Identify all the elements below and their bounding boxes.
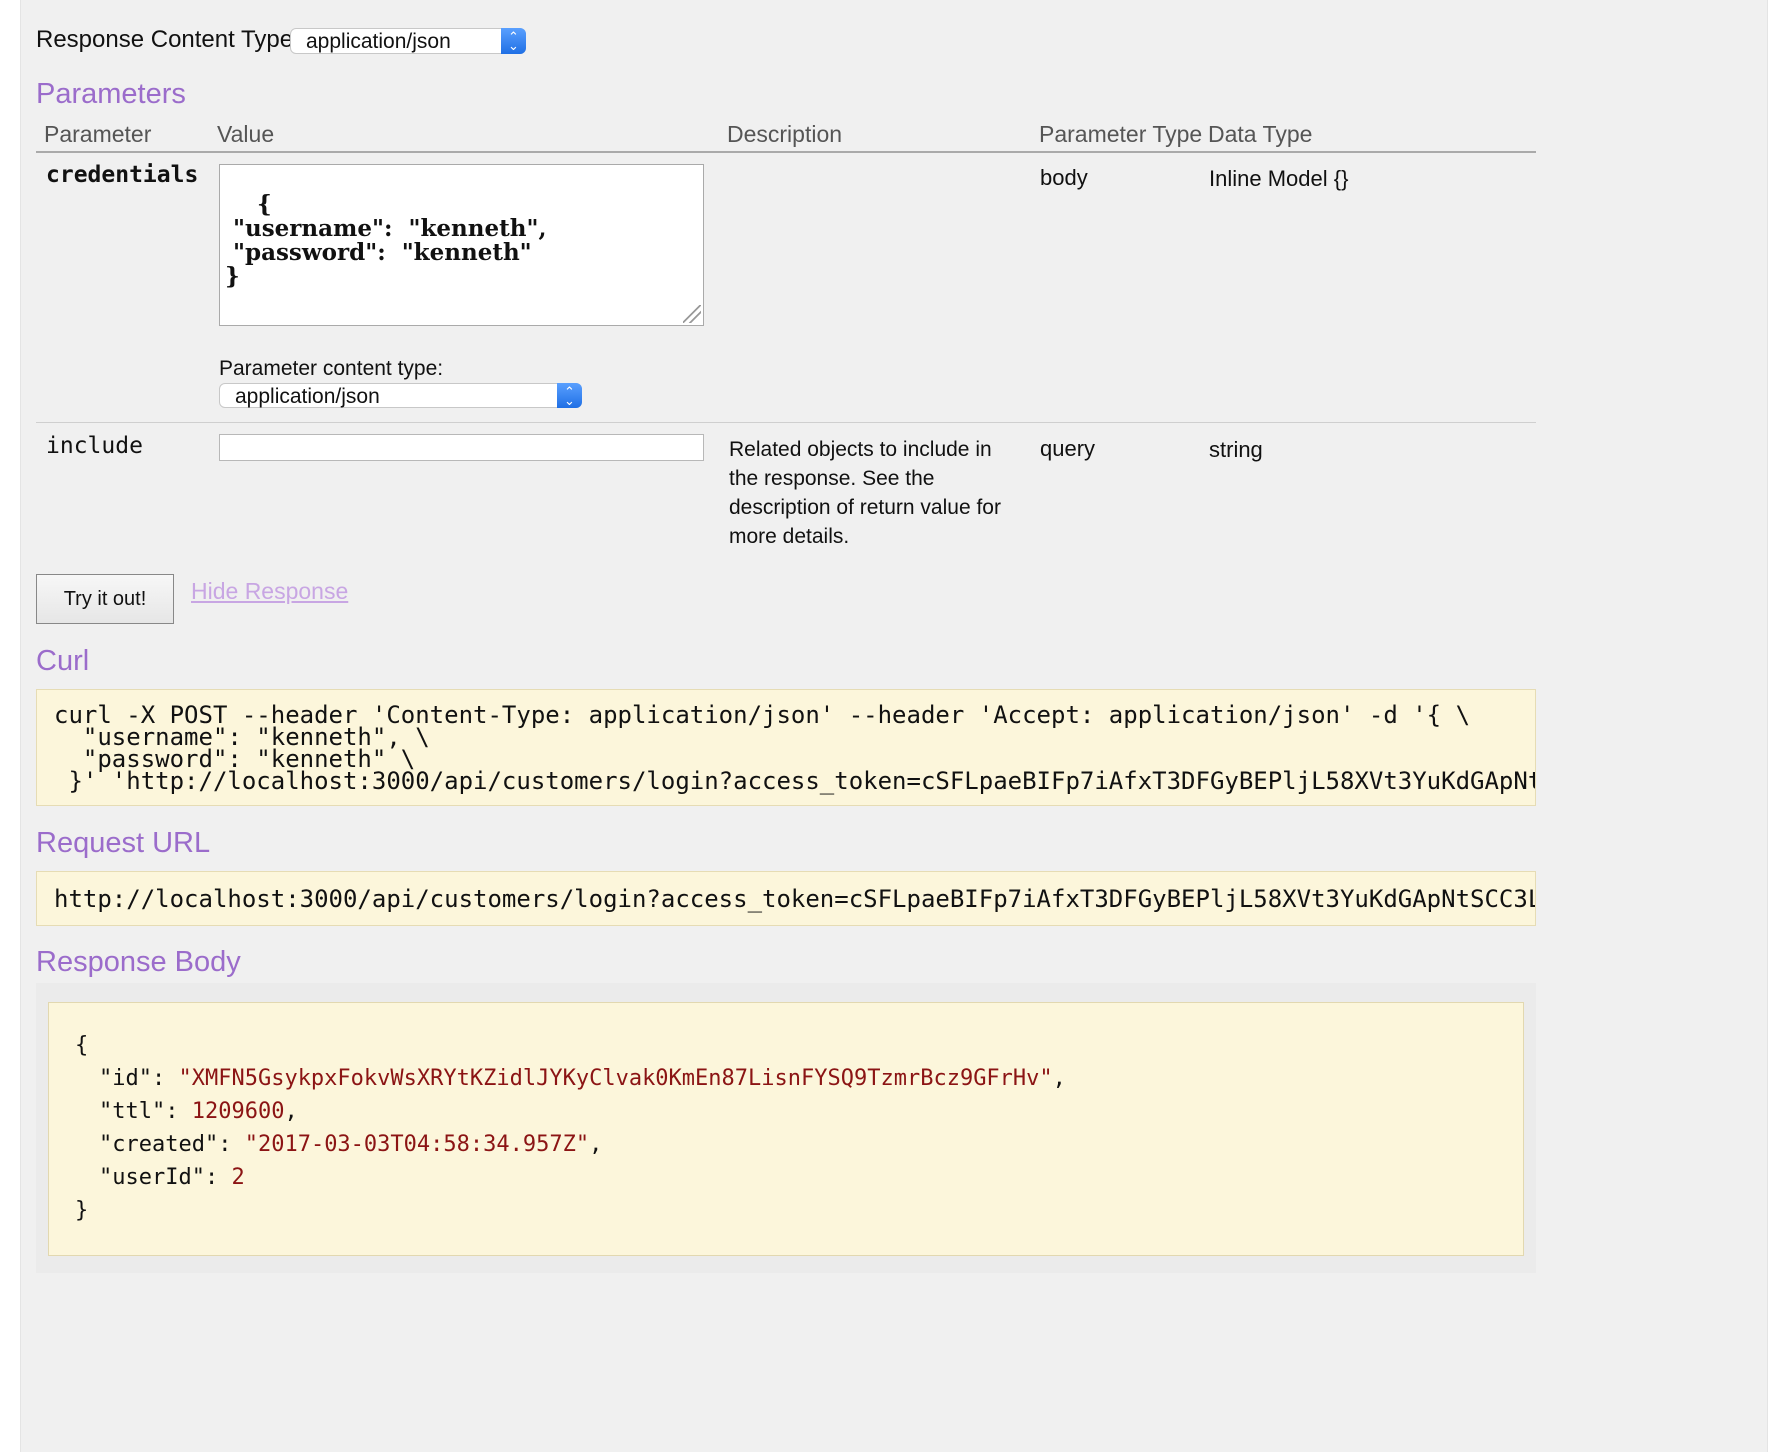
request-url-text: http://localhost:3000/api/customers/logi… bbox=[54, 885, 1536, 913]
json-field-id: "id": "XMFN5GsykpxFokvWsXRYtKZidlJYKyClv… bbox=[99, 1066, 1066, 1091]
curl-line: }' 'http://localhost:3000/api/customers/… bbox=[68, 767, 1535, 795]
json-close-brace: } bbox=[75, 1198, 89, 1223]
column-header-description: Description bbox=[727, 121, 843, 147]
parameter-content-type-select[interactable]: application/json ⌃ ⌄ bbox=[219, 383, 582, 408]
hide-response-link[interactable]: Hide Response bbox=[191, 578, 348, 605]
param-type-credentials: body bbox=[1040, 165, 1088, 190]
row-divider bbox=[36, 422, 1536, 423]
column-header-data-type: Data Type bbox=[1208, 121, 1313, 147]
description-line: Related objects to include in bbox=[729, 438, 992, 461]
header-divider bbox=[36, 151, 1536, 153]
column-header-parameter-type: Parameter Type bbox=[1039, 121, 1203, 147]
json-field-ttl: "ttl": 1209600, bbox=[99, 1099, 298, 1124]
column-header-parameter: Parameter bbox=[44, 121, 152, 147]
json-trail: , bbox=[284, 1099, 298, 1124]
try-it-out-button[interactable]: Try it out! bbox=[36, 574, 174, 624]
json-trail: , bbox=[1052, 1066, 1066, 1091]
json-key: "id" bbox=[99, 1066, 152, 1091]
request-url-heading: Request URL bbox=[36, 827, 211, 859]
json-field-userid: "userId": 2 bbox=[99, 1165, 245, 1190]
description-line: description of return value for bbox=[729, 496, 1001, 519]
description-line: more details. bbox=[729, 525, 850, 548]
json-open-brace: { bbox=[75, 1033, 89, 1058]
select-arrows-icon: ⌃ ⌄ bbox=[557, 383, 582, 408]
param-type-include: query bbox=[1040, 436, 1096, 461]
response-content-type-select[interactable]: application/json ⌃ ⌄ bbox=[290, 28, 526, 54]
json-value: 1209600 bbox=[191, 1099, 285, 1124]
response-content-type-value: application/json bbox=[306, 30, 451, 53]
credentials-body-textarea[interactable]: { "username": "kenneth", "password": "ke… bbox=[219, 164, 704, 326]
request-url-box: http://localhost:3000/api/customers/logi… bbox=[36, 871, 1536, 926]
response-body-box: { "id": "XMFN5GsykpxFokvWsXRYtKZidlJYKyC… bbox=[48, 1002, 1524, 1256]
json-key: "created" bbox=[99, 1132, 219, 1157]
json-value: "2017-03-03T04:58:34.957Z" bbox=[244, 1132, 590, 1157]
curl-heading: Curl bbox=[36, 645, 90, 677]
include-input[interactable] bbox=[219, 434, 704, 461]
param-name-credentials: credentials bbox=[46, 162, 199, 188]
data-type-include: string bbox=[1209, 437, 1263, 462]
parameters-heading: Parameters bbox=[36, 78, 186, 110]
json-value: 2 bbox=[231, 1165, 245, 1190]
json-key: "userId" bbox=[99, 1165, 205, 1190]
include-description: Related objects to include in the respon… bbox=[729, 435, 1001, 551]
response-content-type-label: Response Content Type bbox=[36, 26, 294, 53]
resize-handle-icon[interactable] bbox=[683, 305, 701, 323]
parameter-content-type-value: application/json bbox=[235, 385, 380, 408]
operation-panel: Response Content Type application/json ⌃… bbox=[20, 0, 1768, 1452]
column-header-value: Value bbox=[217, 121, 275, 147]
json-field-created: "created": "2017-03-03T04:58:34.957Z", bbox=[99, 1132, 603, 1157]
description-line: the response. See the bbox=[729, 467, 935, 490]
select-arrows-icon: ⌃ ⌄ bbox=[501, 28, 526, 54]
credentials-body-text: { "username": "kenneth", "password": "ke… bbox=[225, 191, 547, 290]
response-body-heading: Response Body bbox=[36, 946, 241, 978]
json-key: "ttl" bbox=[99, 1099, 166, 1124]
curl-code: curl -X POST --header 'Content-Type: app… bbox=[54, 703, 1535, 795]
data-type-credentials: Inline Model {} bbox=[1209, 166, 1349, 191]
parameter-content-type-label: Parameter content type: bbox=[219, 357, 444, 380]
param-name-include: include bbox=[46, 433, 143, 459]
json-value: "XMFN5GsykpxFokvWsXRYtKZidlJYKyClvak0KmE… bbox=[178, 1066, 1053, 1091]
curl-box: curl -X POST --header 'Content-Type: app… bbox=[36, 689, 1536, 806]
json-trail: , bbox=[589, 1132, 603, 1157]
